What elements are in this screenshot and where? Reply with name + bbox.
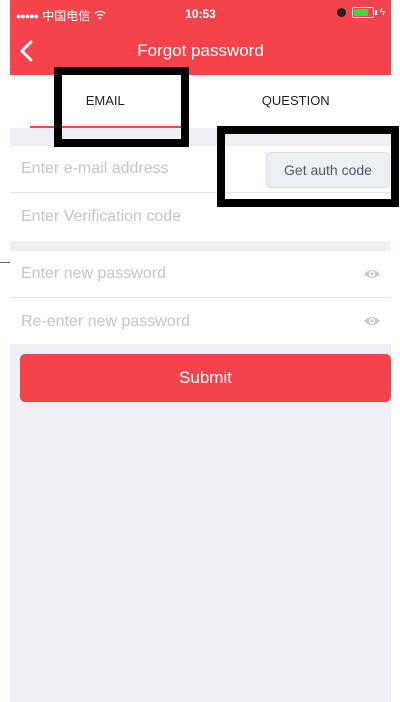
margin-tick: [0, 262, 10, 263]
verification-code-input[interactable]: [21, 193, 241, 240]
reenter-password-input[interactable]: [21, 298, 241, 345]
email-input[interactable]: [21, 146, 241, 192]
tab-bar: EMAIL QUESTION: [10, 75, 391, 128]
email-row: Get auth code: [10, 146, 391, 193]
charging-icon: ϟ: [379, 7, 385, 18]
new-password-input[interactable]: [21, 251, 241, 297]
verification-code-row: [10, 193, 391, 240]
tab-question[interactable]: QUESTION: [201, 75, 392, 128]
tab-email[interactable]: EMAIL: [10, 75, 201, 128]
status-bar: ●●●●● 中国电信 10:53 ϟ: [10, 0, 391, 28]
eye-icon[interactable]: [363, 313, 381, 329]
app-screen: ●●●●● 中国电信 10:53 ϟ Forgot password EMAIL…: [10, 0, 391, 702]
new-password-row: [10, 251, 391, 298]
get-auth-code-button[interactable]: Get auth code: [266, 152, 390, 188]
nav-bar: Forgot password: [10, 28, 391, 75]
submit-button[interactable]: Submit: [20, 354, 391, 402]
status-time: 10:53: [185, 7, 216, 21]
status-right: ϟ: [336, 7, 385, 18]
alarm-icon: [336, 8, 346, 17]
password-group: [10, 251, 391, 345]
reenter-password-row: [10, 298, 391, 345]
email-verification-group: Get auth code: [10, 146, 391, 241]
eye-icon[interactable]: [363, 266, 381, 282]
page-title: Forgot password: [137, 41, 264, 60]
battery-icon: [351, 7, 377, 18]
